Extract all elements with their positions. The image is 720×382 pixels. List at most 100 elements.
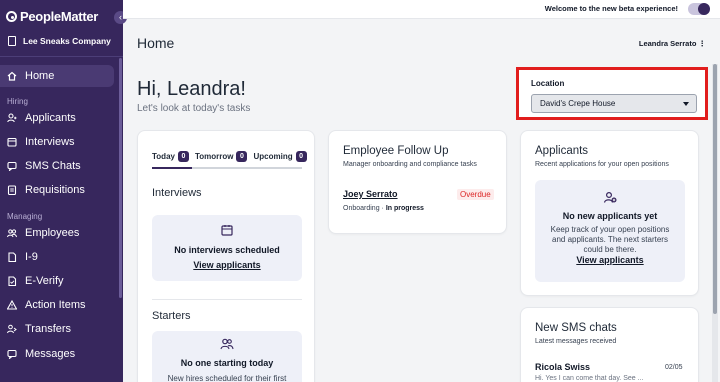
user-name: Leandra Serrato: [638, 39, 697, 48]
location-selected: David's Crepe House: [540, 99, 616, 108]
tab-upcoming[interactable]: Upcoming 0: [253, 151, 307, 162]
empty-subtitle: New hires scheduled for their first: [167, 374, 287, 382]
sidebar-scrollbar[interactable]: [119, 58, 122, 298]
caret-down-icon: [683, 102, 689, 106]
transfers-icon: [7, 324, 17, 334]
beta-welcome-text: Welcome to the new beta experience!: [544, 4, 678, 13]
sidebar-item-label: Transfers: [25, 323, 72, 335]
task-tabs: Today 0 Tomorrow 0 Upcoming 0: [152, 151, 307, 162]
status-prefix: Onboarding: [343, 205, 380, 212]
empty-title: No one starting today: [180, 358, 274, 368]
sidebar-item-home[interactable]: Home: [0, 65, 114, 87]
location-label: Location: [531, 79, 565, 88]
sidebar-item-label: Messages: [25, 348, 76, 360]
greeting-subtitle: Let's look at today's tasks: [137, 103, 251, 114]
overdue-badge: Overdue: [457, 189, 494, 200]
employees-icon: [7, 229, 17, 238]
card-title: Employee Follow Up: [343, 145, 449, 157]
view-applicants-link[interactable]: View applicants: [152, 260, 302, 270]
sidebar-item-label: Applicants: [25, 112, 76, 124]
follow-up-person-link[interactable]: Joey Serrato: [343, 189, 398, 199]
logo-text: PeopleMatter: [20, 9, 99, 24]
sidebar-item-label: Interviews: [25, 136, 75, 148]
sidebar-item-label: Employees: [25, 227, 80, 239]
sidebar-item-label: I-9: [25, 251, 38, 263]
section-divider: [152, 299, 302, 300]
people-icon: [220, 338, 234, 350]
empty-desc-line2: and applicants. The next starters: [552, 235, 668, 244]
count-badge: 0: [236, 151, 248, 162]
messages-icon: [7, 349, 17, 359]
interviews-empty-state: No interviews scheduled View applicants: [152, 215, 302, 281]
sidebar-item-transfers[interactable]: Transfers: [0, 318, 114, 340]
view-applicants-link[interactable]: View applicants: [535, 255, 685, 265]
scrollbar-thumb[interactable]: [713, 64, 717, 314]
section-hiring: Hiring: [7, 97, 28, 106]
count-badge: 0: [177, 151, 189, 162]
applicants-empty-state: No new applicants yet Keep track of your…: [535, 180, 685, 282]
starters-title: Starters: [152, 310, 191, 322]
empty-desc-line1: Keep track of your open positions: [550, 225, 670, 234]
location-panel: Location David's Crepe House: [516, 67, 708, 120]
follow-up-status: Onboarding · In progress: [343, 205, 424, 212]
card-title: Applicants: [535, 145, 589, 157]
everify-icon: [8, 276, 17, 286]
location-select[interactable]: David's Crepe House: [531, 94, 697, 113]
sidebar: PeopleMatter Lee Sneaks Company Home Hir…: [0, 0, 123, 382]
applicants-card: Applicants Recent applications for your …: [520, 130, 699, 296]
chat-icon: [7, 161, 17, 171]
logo-icon: [6, 11, 17, 22]
warning-icon: [7, 300, 17, 310]
tab-tomorrow[interactable]: Tomorrow 0: [195, 151, 248, 162]
sidebar-item-label: Action Items: [25, 299, 86, 311]
starters-empty-state: No one starting today New hires schedule…: [152, 331, 302, 382]
tab-label: Upcoming: [253, 152, 293, 161]
empty-title: No interviews scheduled: [174, 245, 280, 255]
sidebar-item-messages[interactable]: Messages: [0, 343, 114, 365]
applicants-icon: [7, 113, 17, 123]
interviews-title: Interviews: [152, 187, 202, 199]
sidebar-item-sms-chats[interactable]: SMS Chats: [0, 155, 114, 177]
building-icon: [8, 36, 16, 46]
page-title: Home: [137, 35, 175, 51]
logo[interactable]: PeopleMatter: [6, 9, 98, 24]
sidebar-item-employees[interactable]: Employees: [0, 222, 114, 244]
active-tab-indicator: [152, 167, 192, 169]
sidebar-item-action-items[interactable]: Action Items: [0, 294, 114, 316]
home-icon: [7, 71, 17, 81]
greeting-title: Hi, Leandra!: [137, 78, 246, 100]
beta-toggle[interactable]: [688, 3, 710, 15]
i9-icon: [8, 252, 17, 262]
toggle-knob: [698, 3, 710, 15]
empty-title: No new applicants yet: [562, 211, 658, 221]
tab-underline: [152, 167, 302, 169]
tab-label: Today: [152, 152, 175, 161]
company-switcher[interactable]: Lee Sneaks Company: [8, 36, 111, 46]
chevron-left-icon: ‹: [119, 12, 122, 22]
sms-date: 02/05: [665, 364, 683, 371]
card-subtitle: Recent applications for your open positi…: [535, 161, 669, 168]
sidebar-item-i9[interactable]: I-9: [0, 246, 114, 268]
section-managing: Managing: [7, 212, 43, 221]
card-subtitle: Manager onboarding and compliance tasks: [343, 161, 477, 168]
add-user-icon: [603, 191, 617, 203]
empty-desc-line3: could be there.: [583, 245, 637, 254]
sidebar-item-label: SMS Chats: [25, 160, 81, 172]
sidebar-item-interviews[interactable]: Interviews: [0, 131, 114, 153]
sms-sender: Ricola Swiss: [535, 362, 591, 372]
sidebar-divider: [0, 56, 123, 57]
card-title: New SMS chats: [535, 322, 617, 334]
sidebar-item-label: Requisitions: [25, 184, 85, 196]
sidebar-item-everify[interactable]: E-Verify: [0, 270, 114, 292]
tab-label: Tomorrow: [194, 152, 234, 161]
calendar-icon: [221, 225, 233, 236]
sidebar-item-requisitions[interactable]: Requisitions: [0, 179, 114, 201]
employee-follow-up-card: Employee Follow Up Manager onboarding an…: [328, 130, 507, 234]
topbar: Welcome to the new beta experience!: [123, 0, 720, 19]
tab-today[interactable]: Today 0: [152, 151, 189, 162]
main-scrollbar[interactable]: [712, 64, 718, 382]
user-menu[interactable]: Leandra Serrato ⋮: [639, 39, 706, 48]
sidebar-item-applicants[interactable]: Applicants: [0, 107, 114, 129]
count-badge: 0: [295, 151, 307, 162]
status-value: In progress: [385, 205, 424, 212]
